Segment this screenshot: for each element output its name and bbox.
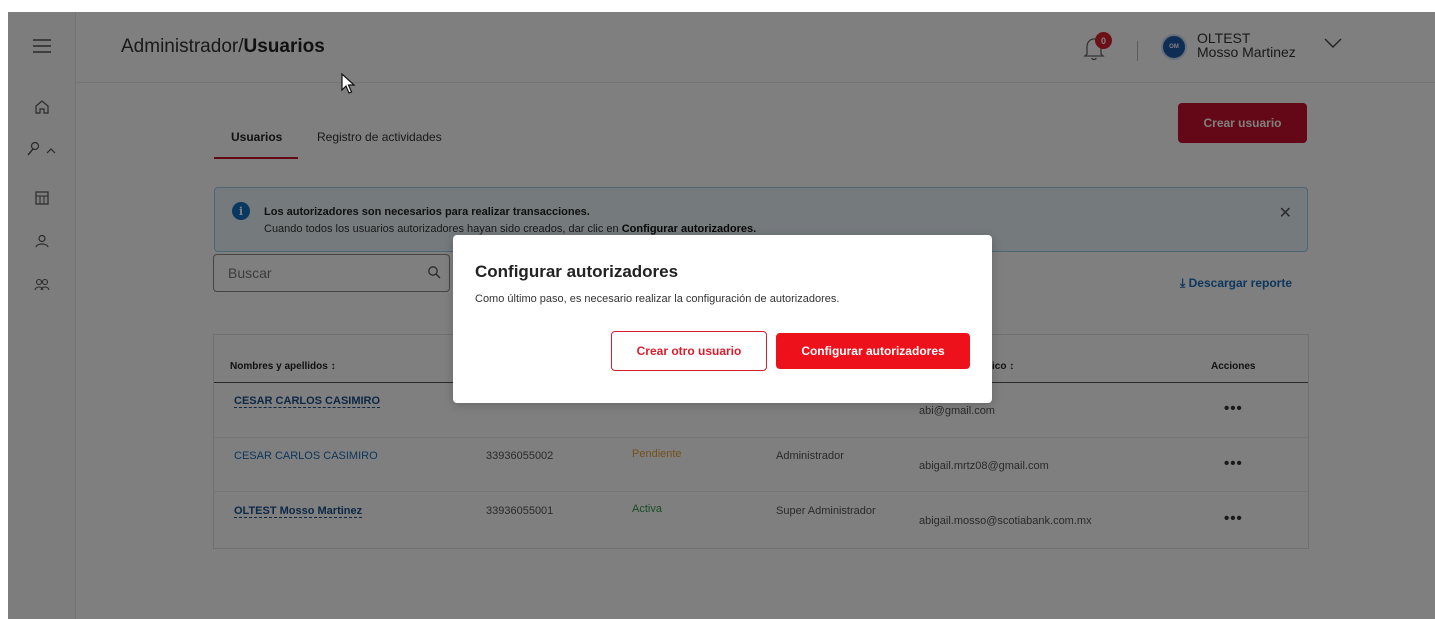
dialog-title: Configurar autorizadores — [475, 262, 679, 281]
app-window: Administrador/Usuarios 0 OM OLTEST Mosso… — [8, 12, 1435, 619]
configure-authorizers-dialog: Configurar autorizadores Como último pas… — [453, 235, 992, 403]
mouse-cursor-icon — [341, 72, 357, 100]
dialog-description: Como último paso, es necesario realizar … — [475, 293, 840, 305]
create-another-user-button[interactable]: Crear otro usuario — [611, 331, 767, 371]
configure-authorizers-button[interactable]: Configurar autorizadores — [776, 333, 970, 369]
